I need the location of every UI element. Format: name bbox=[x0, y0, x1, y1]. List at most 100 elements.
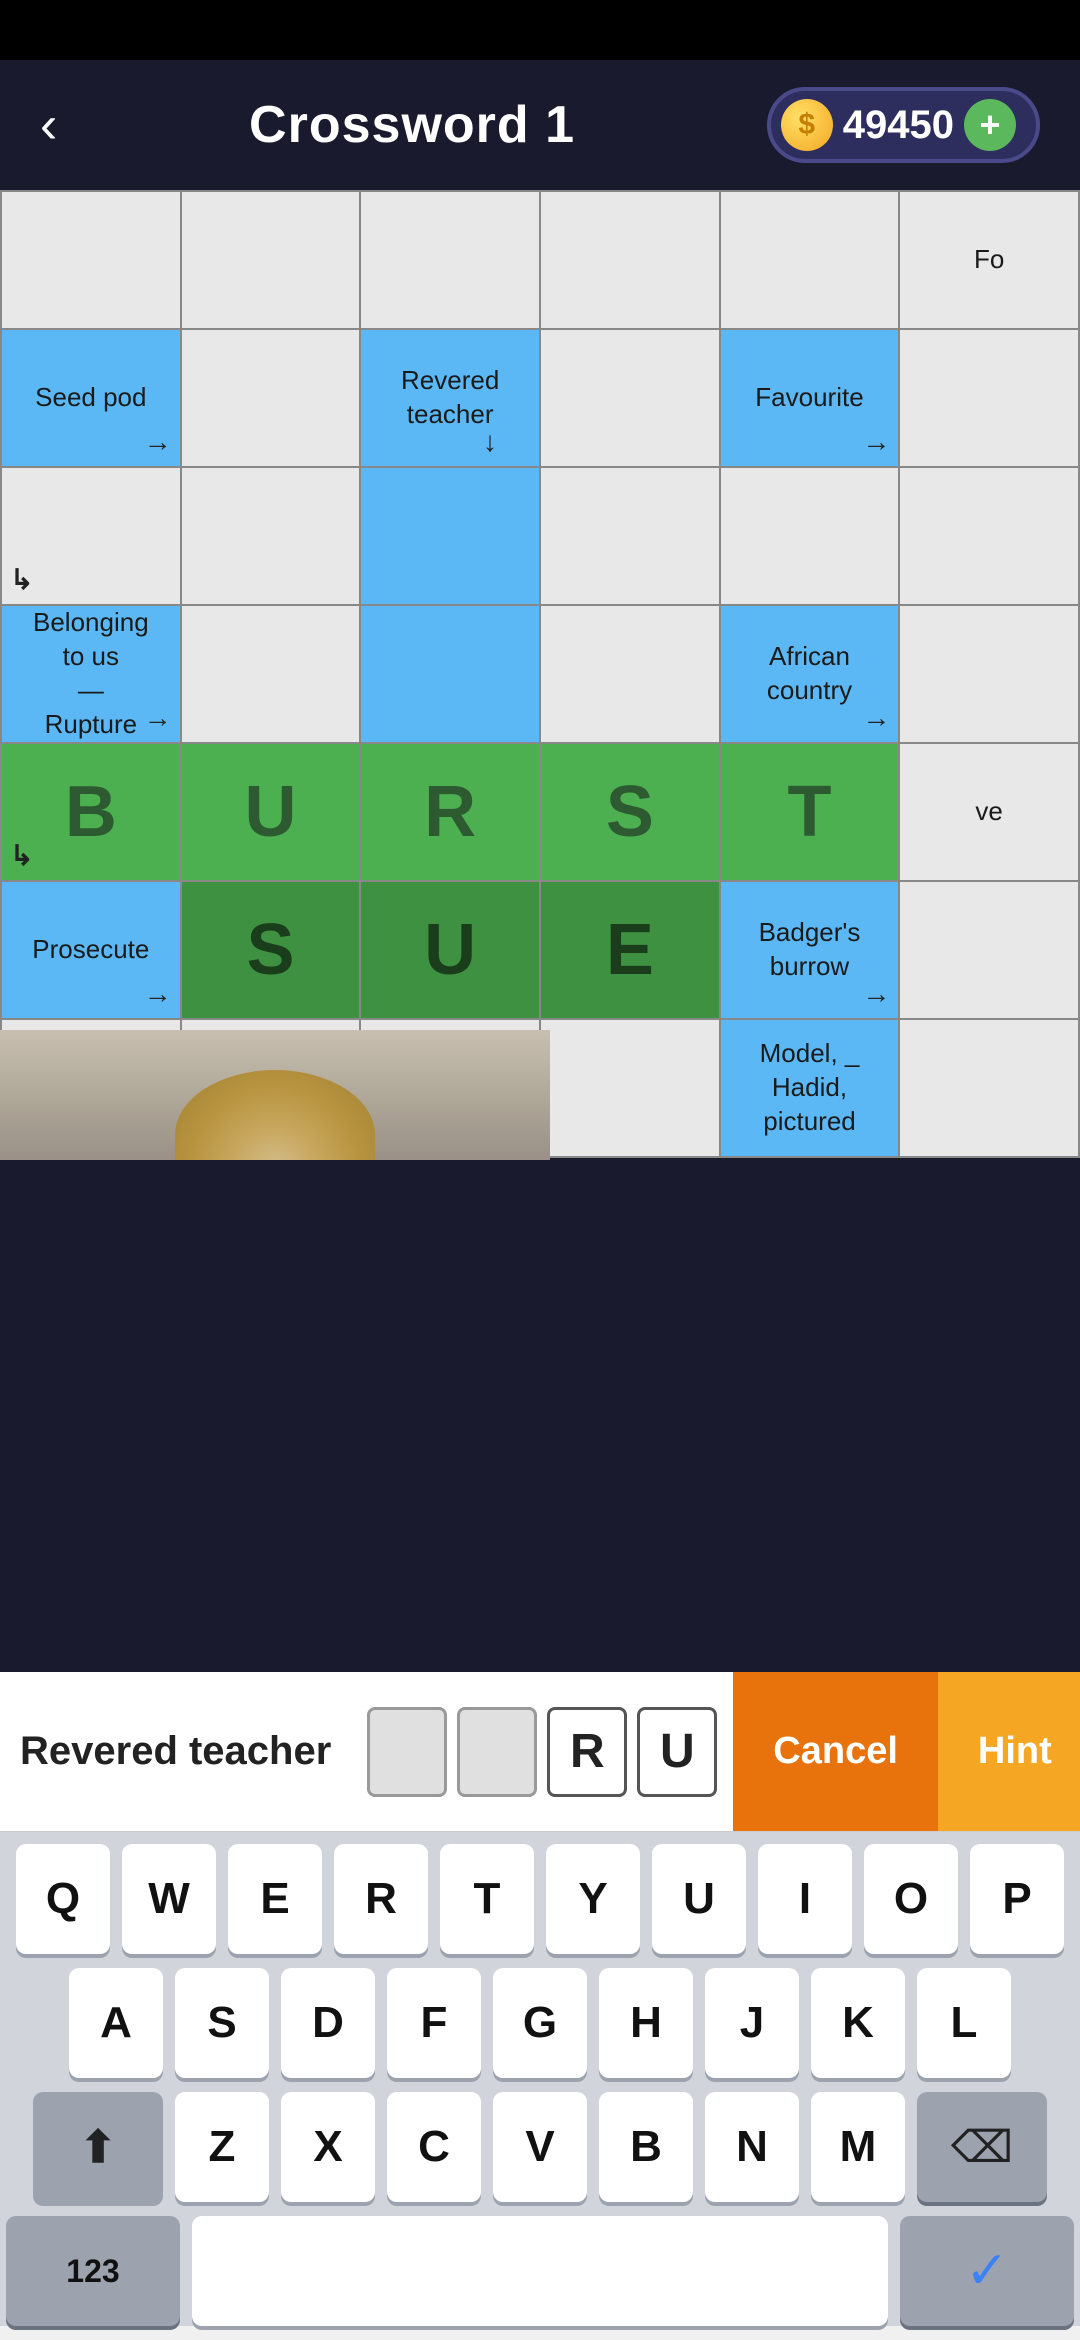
photo-area bbox=[0, 1030, 550, 1160]
key-H[interactable]: H bbox=[599, 1968, 693, 2078]
cell-2-0[interactable]: ↳ bbox=[2, 468, 182, 606]
arrow-right-1-0: → bbox=[144, 426, 172, 458]
key-N[interactable]: N bbox=[705, 2092, 799, 2202]
key-O[interactable]: O bbox=[864, 1844, 958, 1954]
confirm-key[interactable]: ✓ bbox=[900, 2216, 1074, 2326]
cell-4-4[interactable]: T bbox=[721, 744, 901, 882]
arrow-down-1-2: ↓ bbox=[483, 426, 497, 458]
cell-6-3[interactable] bbox=[541, 1020, 721, 1158]
cell-4-0[interactable]: B ↳ bbox=[2, 744, 182, 882]
key-U[interactable]: U bbox=[652, 1844, 746, 1954]
key-G[interactable]: G bbox=[493, 1968, 587, 2078]
crossword-grid: Fo Seed pod → Reveredteacher ↓ Favourite… bbox=[0, 190, 1080, 1160]
cell-3-4[interactable]: Africancountry → bbox=[721, 606, 901, 744]
cell-0-0[interactable] bbox=[2, 192, 182, 330]
key-M[interactable]: M bbox=[811, 2092, 905, 2202]
cell-5-4[interactable]: Badger'sburrow → bbox=[721, 882, 901, 1020]
cell-2-5[interactable] bbox=[900, 468, 1080, 606]
cell-1-3[interactable] bbox=[541, 330, 721, 468]
hint-button[interactable]: Hint bbox=[938, 1672, 1080, 1831]
coins-badge: $ 49450 + bbox=[767, 87, 1040, 163]
key-V[interactable]: V bbox=[493, 2092, 587, 2202]
back-button[interactable]: ‹ bbox=[40, 95, 57, 155]
keyboard-row-4: 123 ✓ bbox=[6, 2216, 1074, 2326]
hair-image bbox=[175, 1070, 375, 1160]
cell-4-5[interactable]: ve bbox=[900, 744, 1080, 882]
key-S[interactable]: S bbox=[175, 1968, 269, 2078]
crossword-area: Fo Seed pod → Reveredteacher ↓ Favourite… bbox=[0, 190, 1080, 1160]
cell-1-1[interactable] bbox=[182, 330, 362, 468]
cell-5-2[interactable]: U bbox=[361, 882, 541, 1020]
cancel-button[interactable]: Cancel bbox=[733, 1672, 938, 1831]
cell-1-5[interactable] bbox=[900, 330, 1080, 468]
letter-box-3[interactable]: R bbox=[547, 1707, 627, 1797]
key-Z[interactable]: Z bbox=[175, 2092, 269, 2202]
cell-1-0[interactable]: Seed pod → bbox=[2, 330, 182, 468]
active-clue-text: Revered teacher bbox=[20, 1729, 331, 1774]
numbers-key[interactable]: 123 bbox=[6, 2216, 180, 2326]
cell-1-4[interactable]: Favourite → bbox=[721, 330, 901, 468]
space-key[interactable] bbox=[192, 2216, 888, 2326]
header: ‹ Crossword 1 $ 49450 + bbox=[0, 60, 1080, 190]
cell-4-1[interactable]: U bbox=[182, 744, 362, 882]
key-I[interactable]: I bbox=[758, 1844, 852, 1954]
cell-3-5[interactable] bbox=[900, 606, 1080, 744]
key-L[interactable]: L bbox=[917, 1968, 1011, 2078]
status-bar bbox=[0, 0, 1080, 60]
letter-box-1[interactable] bbox=[367, 1707, 447, 1797]
letter-box-2[interactable] bbox=[457, 1707, 537, 1797]
bottom-panel: Revered teacher R U Cancel Hint Okay Q W… bbox=[0, 1672, 1080, 2340]
key-K[interactable]: K bbox=[811, 1968, 905, 2078]
key-X[interactable]: X bbox=[281, 2092, 375, 2202]
key-Q[interactable]: Q bbox=[16, 1844, 110, 1954]
arrow-right-3-0: → bbox=[144, 702, 172, 734]
cell-3-0[interactable]: Belongingto us—Rupture → bbox=[2, 606, 182, 744]
backspace-key[interactable]: ⌫ bbox=[917, 2092, 1047, 2202]
coin-icon: $ bbox=[781, 99, 833, 151]
cell-0-1[interactable] bbox=[182, 192, 362, 330]
cell-1-2[interactable]: Reveredteacher ↓ bbox=[361, 330, 541, 468]
key-E[interactable]: E bbox=[228, 1844, 322, 1954]
cell-5-0[interactable]: Prosecute → bbox=[2, 882, 182, 1020]
key-T[interactable]: T bbox=[440, 1844, 534, 1954]
letter-box-4[interactable]: U bbox=[637, 1707, 717, 1797]
cell-2-1[interactable] bbox=[182, 468, 362, 606]
key-B[interactable]: B bbox=[599, 2092, 693, 2202]
cell-6-5[interactable] bbox=[900, 1020, 1080, 1158]
cell-0-5[interactable]: Fo bbox=[900, 192, 1080, 330]
add-coins-button[interactable]: + bbox=[964, 99, 1016, 151]
arrow-bl-4-0: ↳ bbox=[10, 839, 33, 872]
keyboard-row-1: Q W E R T Y U I O P bbox=[6, 1844, 1074, 1954]
arrow-right-1-4: → bbox=[862, 426, 890, 458]
cell-4-2[interactable]: R bbox=[361, 744, 541, 882]
answer-boxes: R U bbox=[367, 1707, 717, 1797]
cell-5-3[interactable]: E bbox=[541, 882, 721, 1020]
cell-6-4[interactable]: Model, _Hadid,pictured bbox=[721, 1020, 901, 1158]
cell-4-3[interactable]: S bbox=[541, 744, 721, 882]
cell-3-1[interactable] bbox=[182, 606, 362, 744]
key-R[interactable]: R bbox=[334, 1844, 428, 1954]
cell-2-2[interactable] bbox=[361, 468, 541, 606]
cell-5-5[interactable] bbox=[900, 882, 1080, 1020]
shift-key[interactable]: ⬆ bbox=[33, 2092, 163, 2202]
arrow-right-3-4: → bbox=[862, 702, 890, 734]
cell-0-2[interactable] bbox=[361, 192, 541, 330]
cell-5-1[interactable]: S bbox=[182, 882, 362, 1020]
cell-3-2[interactable] bbox=[361, 606, 541, 744]
key-C[interactable]: C bbox=[387, 2092, 481, 2202]
cell-2-3[interactable] bbox=[541, 468, 721, 606]
arrow-right-5-0: → bbox=[144, 978, 172, 1010]
key-J[interactable]: J bbox=[705, 1968, 799, 2078]
cell-2-4[interactable] bbox=[721, 468, 901, 606]
key-F[interactable]: F bbox=[387, 1968, 481, 2078]
cell-3-3[interactable] bbox=[541, 606, 721, 744]
key-A[interactable]: A bbox=[69, 1968, 163, 2078]
clue-bar: Revered teacher R U Cancel Hint Okay bbox=[0, 1672, 1080, 1832]
key-Y[interactable]: Y bbox=[546, 1844, 640, 1954]
key-P[interactable]: P bbox=[970, 1844, 1064, 1954]
cell-0-4[interactable] bbox=[721, 192, 901, 330]
key-W[interactable]: W bbox=[122, 1844, 216, 1954]
key-D[interactable]: D bbox=[281, 1968, 375, 2078]
keyboard-row-3: ⬆ Z X C V B N M ⌫ bbox=[6, 2092, 1074, 2202]
cell-0-3[interactable] bbox=[541, 192, 721, 330]
